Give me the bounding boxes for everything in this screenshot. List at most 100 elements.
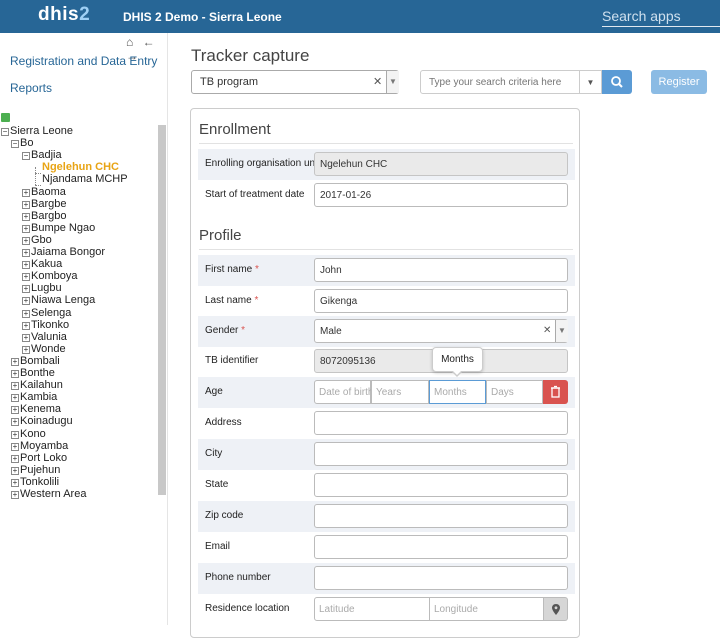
zip-field[interactable] (314, 504, 568, 528)
expand-icon[interactable]: + (22, 237, 30, 245)
expand-icon[interactable]: + (11, 394, 19, 402)
tree-node-chiefdom[interactable]: + Komboya (22, 270, 77, 282)
tree-node-chiefdom[interactable]: + Bargbo (22, 210, 66, 222)
expand-icon[interactable]: + (11, 431, 19, 439)
expand-icon[interactable]: + (22, 346, 30, 354)
clear-program-icon[interactable]: ✕ (373, 75, 382, 88)
search-options-caret[interactable]: ▼ (580, 70, 602, 94)
tree-node-district[interactable]: + Bonthe (11, 367, 55, 379)
program-select[interactable]: TB program ✕ ▼ (191, 70, 399, 94)
tree-node-district[interactable]: + Tonkolili (11, 476, 59, 488)
expand-icon[interactable]: + (22, 273, 30, 281)
tree-node-chiefdom[interactable]: + Bumpe Ngao (22, 222, 95, 234)
tree-node-label: Valunia (31, 331, 67, 343)
row-phone: Phone number (198, 563, 575, 594)
expand-icon[interactable]: + (11, 406, 19, 414)
tree-node-leaf[interactable]: Ngelehun CHC (42, 161, 119, 173)
expand-icon[interactable]: + (11, 491, 19, 499)
expand-icon[interactable]: + (11, 370, 19, 378)
expand-icon[interactable]: + (22, 249, 30, 257)
years-input[interactable]: Years (371, 380, 429, 404)
expand-icon[interactable]: + (22, 261, 30, 269)
search-apps-input[interactable] (602, 5, 720, 27)
tree-node-chiefdom[interactable]: + Baoma (22, 186, 66, 198)
expand-icon[interactable]: + (11, 479, 19, 487)
tree-node-bo[interactable]: − Bo (11, 137, 33, 149)
gender-select[interactable]: Male ✕ ▼ (314, 319, 568, 343)
tree-node-badjia[interactable]: − Badjia (22, 149, 62, 161)
page-title: Tracker capture (191, 46, 310, 65)
tree-node-chiefdom[interactable]: + Bargbe (22, 198, 66, 210)
phone-field[interactable] (314, 566, 568, 590)
expand-icon[interactable]: + (22, 213, 30, 221)
latitude-input[interactable]: Latitude (314, 597, 430, 621)
tree-node-chiefdom[interactable]: + Wonde (22, 343, 66, 355)
tree-node-chiefdom[interactable]: + Tikonko (22, 319, 69, 331)
tree-node-district[interactable]: + Koinadugu (11, 415, 73, 427)
tree-node-leaf[interactable]: Njandama MCHP (42, 173, 128, 185)
tree-node-district[interactable]: + Kambia (11, 391, 57, 403)
tree-node-chiefdom[interactable]: + Gbo (22, 234, 52, 246)
expand-icon[interactable]: + (22, 310, 30, 318)
last-name-field[interactable]: Gikenga (314, 289, 568, 313)
collapse-icon[interactable]: − (22, 152, 30, 160)
expand-icon[interactable]: + (22, 322, 30, 330)
expand-icon[interactable]: + (11, 467, 19, 475)
chevron-down-icon[interactable]: ▼ (386, 71, 399, 93)
map-marker-button[interactable] (544, 597, 568, 621)
expand-icon[interactable]: + (11, 382, 19, 390)
tree-node-label: Gbo (31, 234, 52, 246)
top-header: dhis2 DHIS 2 Demo - Sierra Leone (0, 0, 720, 33)
tree-node-chiefdom[interactable]: + Jaiama Bongor (22, 246, 105, 258)
register-button[interactable]: Register (651, 70, 707, 94)
tree-node-district[interactable]: + Bombali (11, 355, 60, 367)
tree-node-chiefdom[interactable]: + Niawa Lenga (22, 294, 95, 306)
tree-node-district[interactable]: + Western Area (11, 488, 86, 500)
days-input[interactable]: Days (486, 380, 543, 404)
start-date-field[interactable]: 2017-01-26 (314, 183, 568, 207)
tree-node-district[interactable]: + Port Loko (11, 452, 67, 464)
months-input[interactable]: Months (429, 380, 486, 404)
org-unit-field: Ngelehun CHC (314, 152, 568, 176)
first-name-field[interactable]: John (314, 258, 568, 282)
tree-node-chiefdom[interactable]: + Kakua (22, 258, 62, 270)
tree-scrollbar[interactable] (158, 125, 166, 495)
expand-icon[interactable]: + (22, 285, 30, 293)
city-field[interactable] (314, 442, 568, 466)
tree-node-sierra-leone[interactable]: − Sierra Leone (1, 125, 73, 137)
tree-node-district[interactable]: + Moyamba (11, 440, 68, 452)
tree-node-chiefdom[interactable]: + Lugbu (22, 282, 62, 294)
search-button[interactable] (602, 70, 632, 94)
expand-icon[interactable]: + (11, 358, 19, 366)
chevron-down-icon[interactable]: ▼ (555, 320, 568, 342)
tree-filter-icon[interactable] (1, 113, 10, 122)
clear-age-button[interactable] (543, 380, 568, 404)
address-field[interactable] (314, 411, 568, 435)
expand-icon[interactable]: + (11, 443, 19, 451)
tree-node-district[interactable]: + Kenema (11, 403, 61, 415)
longitude-input[interactable]: Longitude (430, 597, 544, 621)
tree-node-district[interactable]: + Kailahun (11, 379, 63, 391)
link-registration-data-entry[interactable]: Registration and Data Entry (10, 54, 157, 68)
row-org-unit: Enrolling organisation unit Ngelehun CHC (198, 149, 575, 180)
expand-icon[interactable]: + (22, 201, 30, 209)
expand-icon[interactable]: + (22, 297, 30, 305)
clear-gender-icon[interactable]: ✕ (543, 325, 551, 336)
tree-node-district[interactable]: + Kono (11, 428, 46, 440)
expand-icon[interactable]: + (11, 418, 19, 426)
link-reports[interactable]: Reports (10, 81, 52, 95)
email-field[interactable] (314, 535, 568, 559)
collapse-icon[interactable]: − (11, 140, 19, 148)
state-field[interactable] (314, 473, 568, 497)
expand-icon[interactable]: + (22, 189, 30, 197)
tree-node-chiefdom[interactable]: + Valunia (22, 331, 67, 343)
dhis2-logo[interactable]: dhis2 (38, 4, 90, 26)
collapse-icon[interactable]: − (1, 128, 9, 136)
tree-node-district[interactable]: + Pujehun (11, 464, 60, 476)
date-of-birth-input[interactable]: Date of birth (314, 380, 373, 404)
expand-icon[interactable]: + (22, 334, 30, 342)
expand-icon[interactable]: + (22, 225, 30, 233)
tree-node-chiefdom[interactable]: + Selenga (22, 307, 71, 319)
search-criteria-input[interactable] (420, 70, 580, 94)
expand-icon[interactable]: + (11, 455, 19, 463)
